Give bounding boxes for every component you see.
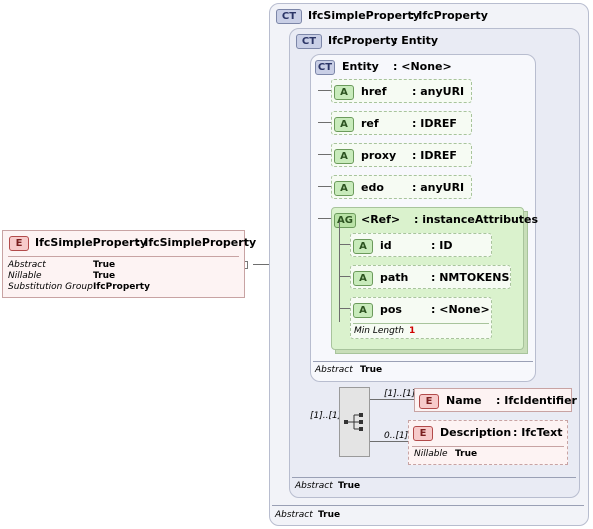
divider	[353, 323, 489, 324]
attribute-badge: A	[353, 239, 373, 254]
attribute-name: ref	[361, 117, 379, 130]
attribute-ref[interactable]: A ref : IDREF	[331, 111, 472, 135]
divider	[8, 256, 239, 257]
attribute-badge: A	[334, 85, 354, 100]
attribute-badge: A	[334, 181, 354, 196]
attribute-path[interactable]: A path : NMTOKENS	[350, 265, 511, 289]
mid-abstract-value: True	[338, 481, 361, 491]
attribute-type: : NMTOKENS	[431, 271, 510, 284]
description-nillable-label: Nillable	[414, 449, 448, 459]
attribute-group-badge: AG	[334, 213, 356, 228]
branch-edo	[318, 186, 332, 187]
root-element[interactable]: E IfcSimpleProperty : IfcSimpleProperty …	[2, 230, 256, 298]
name-occurrence: [1]..[1]	[384, 389, 416, 399]
attribute-name: edo	[361, 181, 384, 194]
mid-type-name: IfcProperty	[328, 34, 398, 47]
complex-type-badge: CT	[296, 34, 322, 49]
outer-type-name: IfcSimpleProperty	[308, 9, 420, 22]
branch-ref	[318, 122, 332, 123]
element-name-label: Name	[446, 394, 482, 407]
sequence-occurrence: [1]..[1]	[310, 411, 342, 421]
element-description-label: Description	[440, 426, 512, 439]
attribute-badge: A	[353, 303, 373, 318]
attribute-type: : IDREF	[412, 149, 457, 162]
facet-value-min-length: 1	[409, 326, 416, 336]
attribute-type: : anyURI	[412, 85, 465, 98]
root-element-type: : IfcSimpleProperty	[136, 236, 257, 249]
divider	[292, 477, 576, 478]
connector-to-name	[370, 399, 414, 400]
element-badge: E	[413, 426, 433, 441]
divider	[313, 361, 533, 362]
inner-type-name: Entity	[342, 60, 379, 73]
element-name-type: : IfcIdentifier	[496, 394, 577, 407]
mid-type-base: : Entity	[393, 34, 439, 47]
prop-value-nillable: True	[93, 271, 116, 281]
attribute-name: pos	[380, 303, 402, 316]
attribute-name: proxy	[361, 149, 397, 162]
attribute-href[interactable]: A href : anyURI	[331, 79, 472, 103]
prop-label-abstract: Abstract	[8, 260, 46, 270]
outer-abstract-value: True	[318, 510, 341, 520]
attribute-name: path	[380, 271, 409, 284]
attribute-group-type: : instanceAttributes	[414, 213, 539, 226]
divider	[412, 446, 564, 447]
facet-label-min-length: Min Length	[354, 326, 405, 336]
divider	[272, 505, 584, 506]
root-element-name: IfcSimpleProperty	[35, 236, 147, 249]
prop-label-nillable: Nillable	[8, 271, 42, 281]
attribute-group-name: <Ref>	[361, 213, 401, 226]
element-description[interactable]: E Description : IfcText Nillable True	[408, 420, 568, 465]
attribute-pos[interactable]: A pos : <None> Min Length 1	[350, 297, 492, 339]
prop-value-abstract: True	[93, 260, 116, 270]
complex-type-badge: CT	[276, 9, 302, 24]
attribute-proxy[interactable]: A proxy : IDREF	[331, 143, 472, 167]
attribute-type: : ID	[431, 239, 453, 252]
attribute-id[interactable]: A id : ID	[350, 233, 492, 257]
attribute-type: : anyURI	[412, 181, 465, 194]
inner-abstract-label: Abstract	[315, 365, 353, 375]
inner-abstract-value: True	[360, 365, 383, 375]
attribute-name: id	[380, 239, 392, 252]
element-badge: E	[419, 394, 439, 409]
mid-abstract-label: Abstract	[295, 481, 333, 491]
connector-root-h	[253, 264, 269, 265]
element-badge: E	[9, 236, 29, 251]
element-description-type: : IfcText	[513, 426, 563, 439]
prop-label-substitution-group: Substitution Group	[8, 282, 93, 292]
branch-ag	[318, 218, 332, 219]
attribute-badge: A	[353, 271, 373, 286]
attribute-type: : IDREF	[412, 117, 457, 130]
sequence-compositor[interactable]	[339, 387, 370, 457]
description-nillable-value: True	[455, 449, 478, 459]
sequence-icon	[344, 413, 363, 431]
outer-type-base: : IfcProperty	[410, 9, 488, 22]
outer-abstract-label: Abstract	[275, 510, 313, 520]
attribute-badge: A	[334, 117, 354, 132]
attribute-type: : <None>	[431, 303, 490, 316]
complex-type-badge: CT	[315, 60, 335, 75]
ag-branch-v	[339, 222, 340, 322]
description-occurrence: 0..[1]	[384, 431, 409, 441]
branch-href	[318, 90, 332, 91]
inner-type-base: : <None>	[393, 60, 452, 73]
branch-proxy	[318, 154, 332, 155]
connector-to-description	[370, 441, 408, 442]
prop-value-substitution-group: IfcProperty	[93, 282, 150, 292]
attribute-badge: A	[334, 149, 354, 164]
attribute-name: href	[361, 85, 387, 98]
element-name[interactable]: E Name : IfcIdentifier	[414, 388, 577, 412]
attribute-edo[interactable]: A edo : anyURI	[331, 175, 472, 199]
